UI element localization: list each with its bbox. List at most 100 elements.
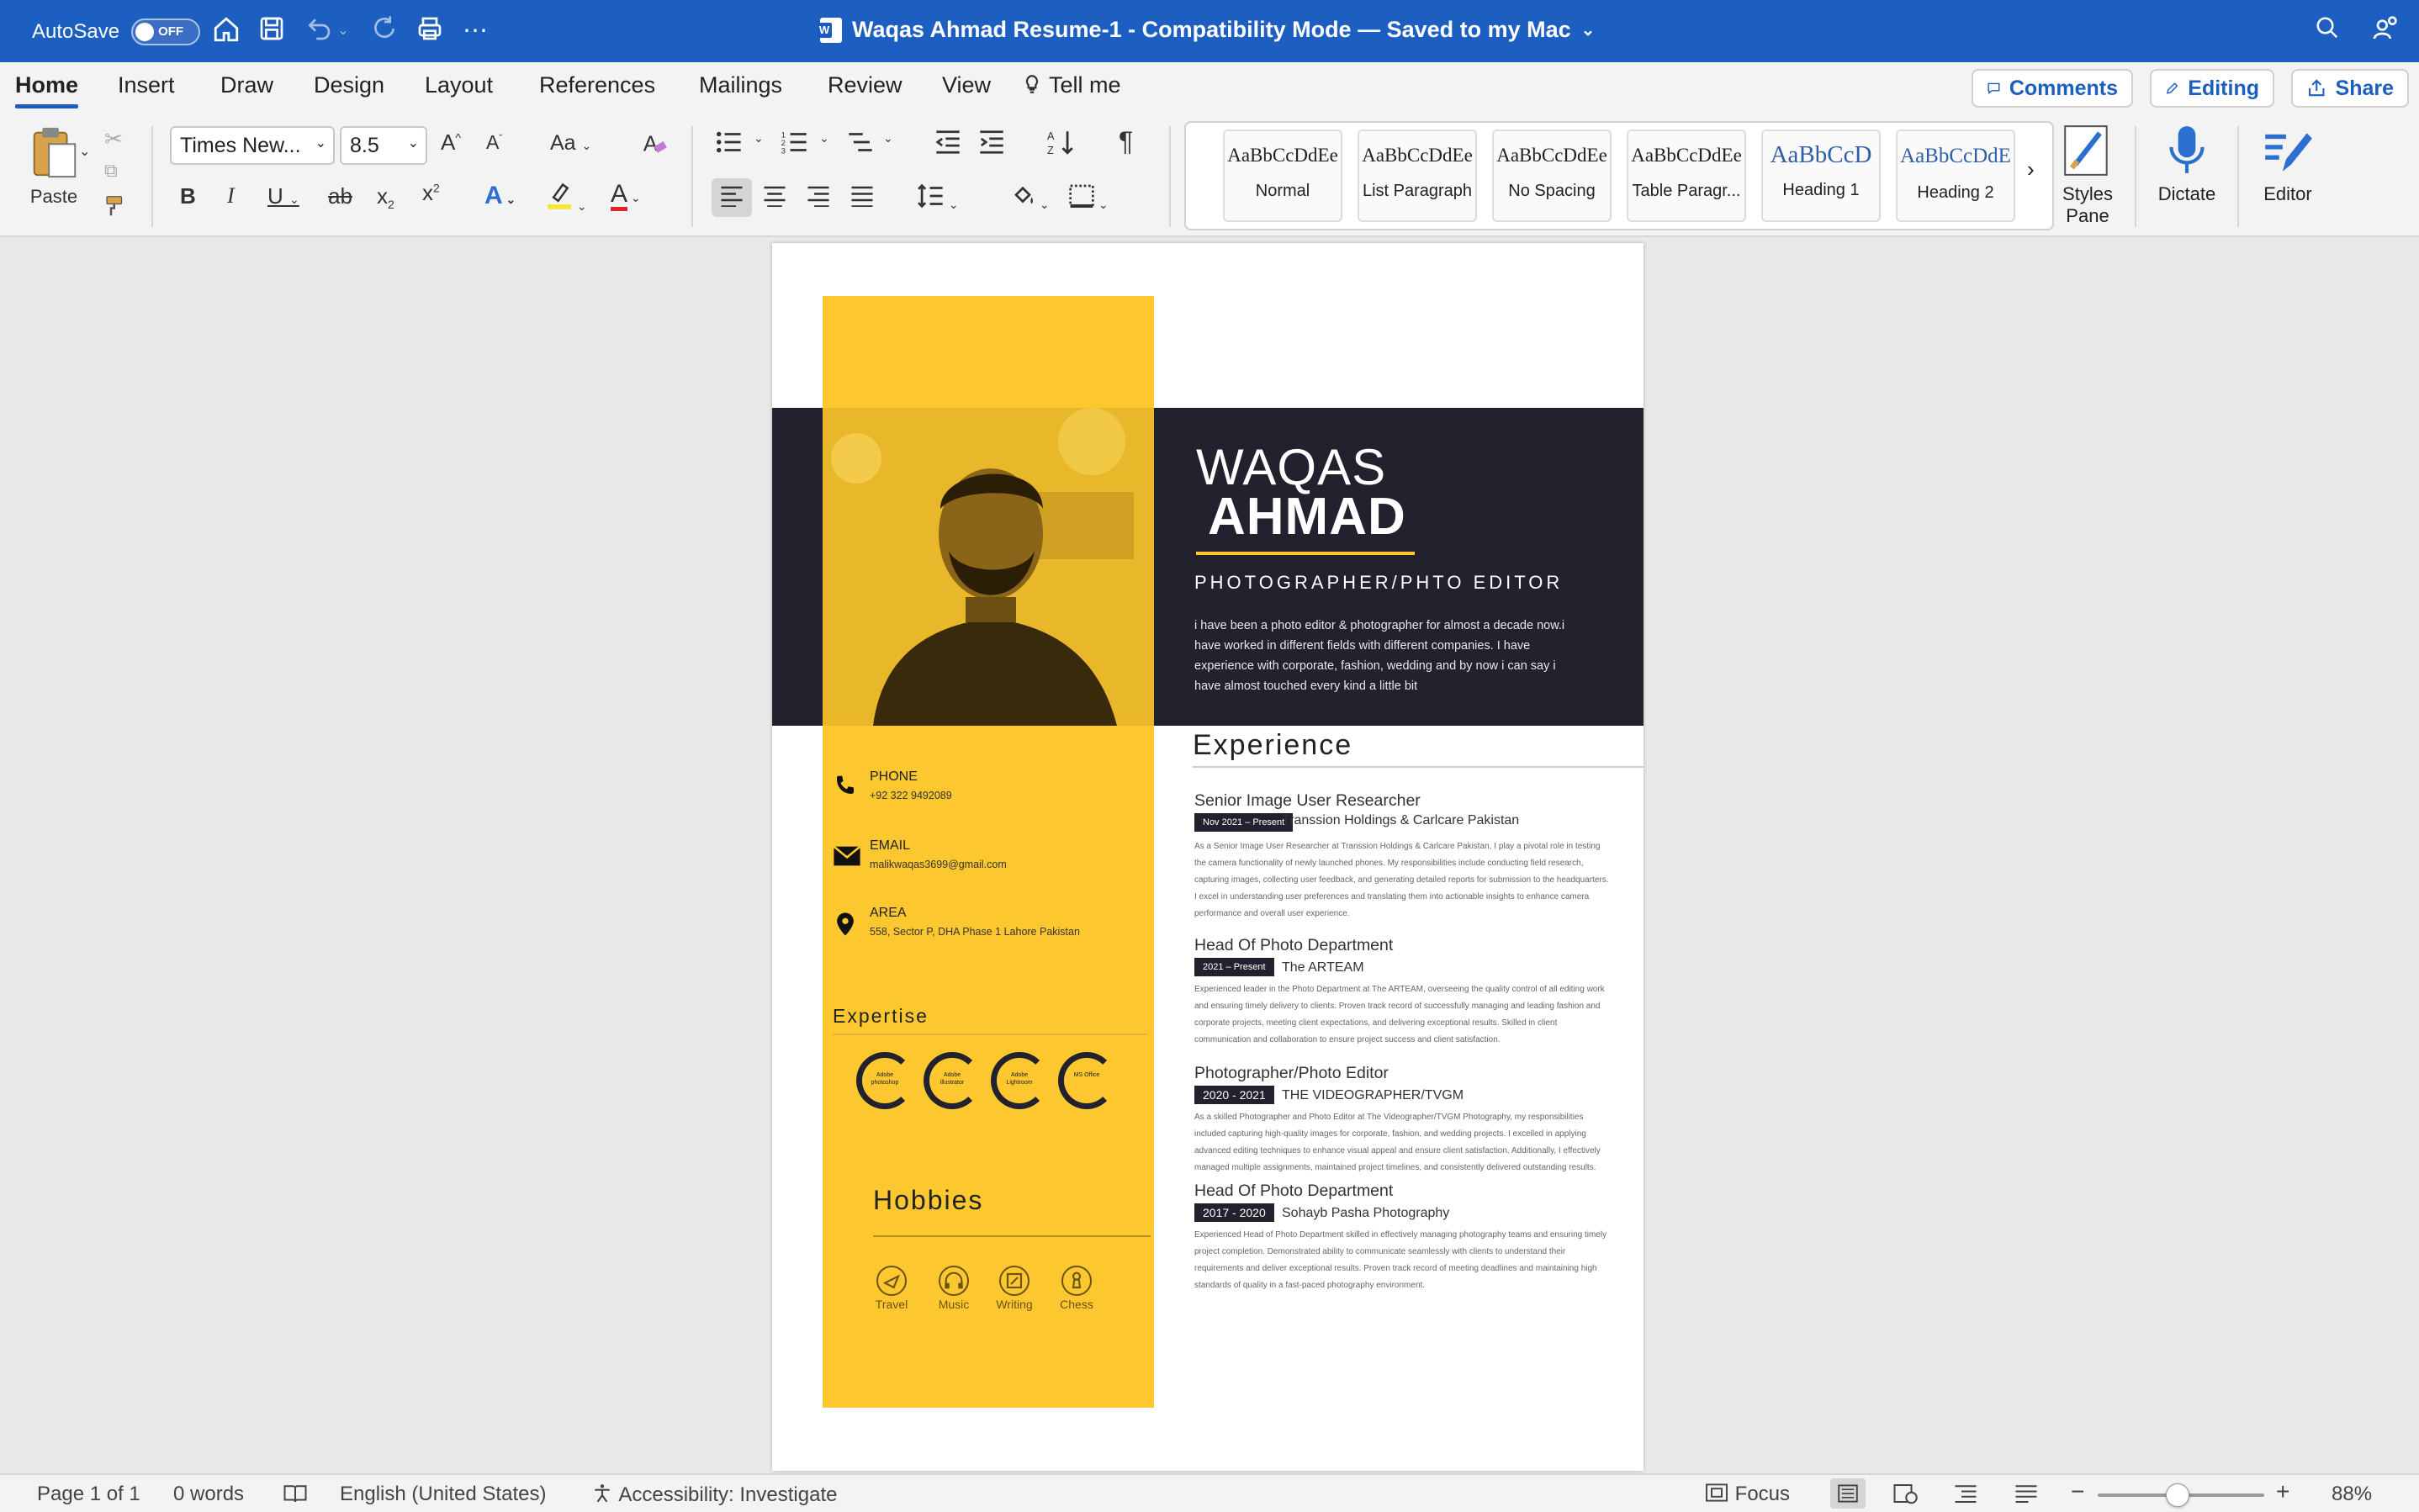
- search-icon[interactable]: [2311, 15, 2343, 47]
- subscript-button[interactable]: x2: [377, 183, 394, 211]
- styles-more-icon[interactable]: ›: [2027, 156, 2035, 182]
- editing-mode-button[interactable]: Editing: [2150, 69, 2274, 108]
- language-status[interactable]: English (United States): [340, 1483, 546, 1506]
- cut-icon[interactable]: ✂: [104, 126, 123, 152]
- portrait-image: [823, 408, 1154, 726]
- resume-last-name: AHMAD: [1208, 488, 1406, 546]
- name-underline: [1196, 552, 1415, 555]
- align-left-button[interactable]: [712, 178, 752, 217]
- svg-text:3: 3: [781, 147, 786, 155]
- zoom-slider[interactable]: [2098, 1483, 2264, 1507]
- format-painter-icon[interactable]: [103, 193, 128, 225]
- job-description: Experienced leader in the Photo Departme…: [1194, 985, 1605, 1044]
- tab-draw[interactable]: Draw: [220, 72, 273, 98]
- bullets-icon[interactable]: [715, 130, 744, 161]
- align-right-button[interactable]: [806, 185, 831, 213]
- change-case-icon[interactable]: Aa ⌄: [550, 131, 591, 156]
- sort-icon[interactable]: AZ: [1046, 128, 1077, 162]
- style-table-paragraph[interactable]: AaBbCcDdEe Table Paragr...: [1627, 130, 1746, 222]
- redo-icon[interactable]: [368, 15, 400, 47]
- tab-home[interactable]: Home: [15, 72, 79, 108]
- tab-references[interactable]: References: [539, 72, 655, 98]
- font-size-select[interactable]: 8.5 ⌄: [340, 126, 427, 165]
- undo-dropdown-icon[interactable]: ⌄: [335, 15, 352, 47]
- highlight-color-icon[interactable]: ⌄: [545, 180, 587, 216]
- numbering-dropdown-icon[interactable]: ⌄: [819, 131, 829, 145]
- zoom-in-button[interactable]: +: [2276, 1478, 2289, 1505]
- tell-me-search[interactable]: Tell me: [1021, 72, 1121, 98]
- bullets-dropdown-icon[interactable]: ⌄: [754, 131, 764, 145]
- paste-dropdown-icon[interactable]: ⌄: [79, 143, 90, 160]
- web-layout-view-icon[interactable]: [1892, 1483, 1918, 1510]
- lightbulb-icon: [1025, 75, 1039, 93]
- print-layout-view-icon[interactable]: [1830, 1478, 1866, 1509]
- tab-mailings[interactable]: Mailings: [699, 72, 782, 98]
- focus-mode-button[interactable]: Focus: [1704, 1483, 1790, 1506]
- tab-insert[interactable]: Insert: [118, 72, 175, 98]
- increase-indent-icon[interactable]: [977, 130, 1006, 161]
- copy-icon[interactable]: ⧉: [104, 160, 118, 182]
- draft-view-icon[interactable]: [2014, 1483, 2039, 1510]
- style-heading-1[interactable]: AaBbCcD Heading 1: [1761, 130, 1881, 222]
- numbering-icon[interactable]: 123: [781, 130, 809, 161]
- email-label: EMAIL: [870, 838, 911, 853]
- word-count[interactable]: 0 words: [173, 1483, 244, 1506]
- style-no-spacing[interactable]: AaBbCcDdEe No Spacing: [1492, 130, 1612, 222]
- align-center-button[interactable]: [762, 185, 787, 213]
- tab-design[interactable]: Design: [314, 72, 384, 98]
- autosave-toggle[interactable]: OFF: [131, 19, 201, 45]
- document-page[interactable]: WAQAS AHMAD PHOTOGRAPHER/PHTO EDITOR i h…: [772, 243, 1644, 1471]
- justify-button[interactable]: [850, 185, 875, 213]
- proofing-book-icon[interactable]: [283, 1483, 308, 1510]
- styles-pane-icon: [2064, 125, 2108, 176]
- job-company: THE VIDEOGRAPHER/TVGM: [1282, 1088, 1464, 1102]
- share-button[interactable]: Share: [2291, 69, 2409, 108]
- undo-icon[interactable]: [303, 15, 335, 47]
- bold-button[interactable]: B: [180, 183, 196, 209]
- accessibility-status[interactable]: Accessibility: Investigate: [590, 1483, 837, 1507]
- shading-icon[interactable]: ⌄: [1009, 183, 1050, 214]
- account-icon[interactable]: [2369, 15, 2400, 47]
- zoom-level[interactable]: 88%: [2332, 1483, 2372, 1506]
- styles-pane-button[interactable]: Styles Pane: [2054, 123, 2121, 227]
- document-title[interactable]: Waqas Ahmad Resume-1 - Compatibility Mod…: [817, 17, 1595, 43]
- tab-layout[interactable]: Layout: [425, 72, 493, 98]
- multilevel-dropdown-icon[interactable]: ⌄: [883, 131, 893, 145]
- borders-icon[interactable]: ⌄: [1068, 183, 1109, 214]
- accessibility-icon: [595, 1484, 610, 1503]
- print-icon[interactable]: [414, 15, 446, 47]
- show-formatting-marks-icon[interactable]: ¶: [1119, 126, 1133, 157]
- paste-button[interactable]: Paste: [20, 124, 87, 208]
- superscript-button[interactable]: x2: [422, 180, 440, 206]
- dictate-button[interactable]: Dictate: [2153, 123, 2221, 205]
- shrink-font-icon[interactable]: Aˇ: [486, 131, 502, 154]
- multilevel-list-icon[interactable]: [846, 130, 875, 161]
- resume-role: PHOTOGRAPHER/PHTO EDITOR: [1194, 572, 1564, 593]
- italic-button[interactable]: I: [227, 183, 235, 209]
- font-name-select[interactable]: Times New... ⌄: [170, 126, 335, 165]
- clear-formatting-icon[interactable]: A: [641, 130, 670, 164]
- outline-view-icon[interactable]: [1953, 1483, 1978, 1510]
- comments-button[interactable]: Comments: [1972, 69, 2133, 108]
- decrease-indent-icon[interactable]: [934, 130, 962, 161]
- style-heading-2[interactable]: AaBbCcDdE Heading 2: [1896, 130, 2015, 222]
- resume-bio: i have been a photo editor & photographe…: [1194, 619, 1565, 693]
- zoom-slider-handle[interactable]: [2166, 1483, 2190, 1507]
- strikethrough-button[interactable]: ab: [328, 183, 352, 209]
- line-spacing-icon[interactable]: ⌄: [917, 183, 959, 214]
- autosave-control[interactable]: AutoSave OFF: [32, 19, 201, 45]
- underline-button[interactable]: U ⌄: [267, 183, 299, 209]
- style-list-paragraph[interactable]: AaBbCcDdEe List Paragraph: [1358, 130, 1477, 222]
- save-icon[interactable]: [256, 15, 288, 47]
- page-count[interactable]: Page 1 of 1: [37, 1483, 140, 1506]
- zoom-out-button[interactable]: −: [2071, 1478, 2084, 1505]
- tab-view[interactable]: View: [942, 72, 991, 98]
- tab-review[interactable]: Review: [828, 72, 902, 98]
- style-normal[interactable]: AaBbCcDdEe Normal: [1223, 130, 1342, 222]
- text-effects-icon[interactable]: A ⌄: [484, 182, 516, 210]
- grow-font-icon[interactable]: A^: [441, 130, 461, 156]
- home-icon[interactable]: [210, 15, 242, 47]
- more-options-icon[interactable]: ⋯: [459, 15, 491, 47]
- editor-button[interactable]: Editor: [2254, 123, 2321, 205]
- font-color-icon[interactable]: A ⌄: [611, 180, 641, 211]
